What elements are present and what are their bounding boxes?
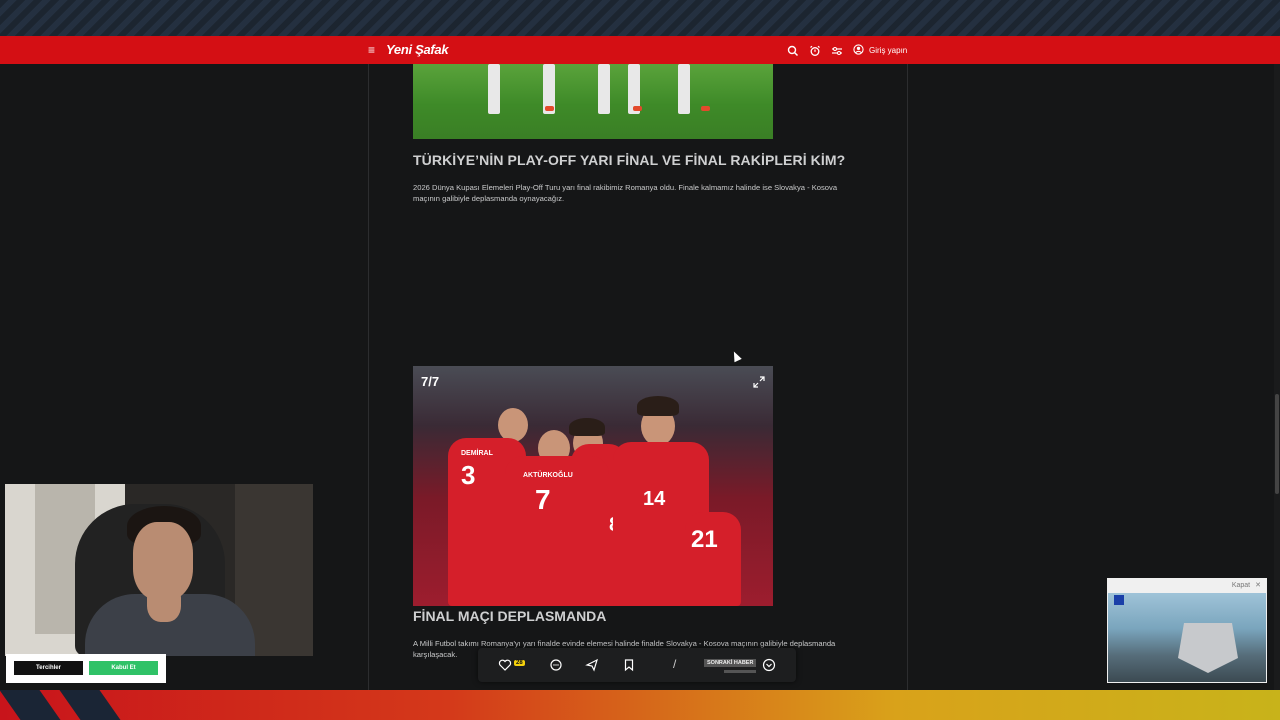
jersey-number-7: 7 [535, 484, 551, 515]
scrollbar-thumb[interactable] [1275, 394, 1279, 494]
gallery-image-national-team[interactable]: 7/7 DEMİRAL 3 8 AKTÜRKOĞLU 7 14 21 [413, 366, 773, 606]
menu-icon[interactable]: ≡ [368, 44, 378, 56]
page-scrollbar[interactable] [1274, 64, 1280, 690]
article-action-bar: 28 / SONRAKİ HABER [478, 648, 796, 682]
ad-brand-logo [1114, 595, 1124, 605]
stream-frame-bottom [0, 690, 1280, 720]
player-shoe [545, 106, 554, 111]
article-image-football-pitch[interactable] [413, 64, 773, 139]
heart-icon[interactable] [498, 658, 512, 672]
expand-icon[interactable] [753, 375, 765, 388]
close-icon: ✕ [1255, 582, 1261, 589]
player-shoe [701, 106, 710, 111]
login-button[interactable]: Giriş yapın [853, 44, 907, 56]
video-ad-close[interactable]: Kapat ✕ [1231, 581, 1261, 590]
jersey-number-3: 3 [461, 460, 476, 490]
player-hair [569, 418, 605, 436]
webcam-hand [147, 582, 181, 622]
site-logo[interactable]: Yeni Şafak [386, 42, 449, 57]
close-label: Kapat [1231, 581, 1251, 589]
login-label: Giriş yapın [869, 45, 908, 55]
frame-stripe [59, 690, 121, 720]
preferences-button[interactable]: Tercihler [14, 661, 83, 675]
action-divider: / [673, 657, 677, 671]
chevron-down-icon[interactable] [762, 658, 776, 672]
next-news-label[interactable]: SONRAKİ HABER [704, 659, 757, 667]
accept-button[interactable]: Kabul Et [89, 661, 158, 675]
player-legs [678, 64, 690, 114]
player-hair [637, 396, 679, 416]
cookie-consent-bar: Tercihler Kabul Et [6, 654, 166, 683]
jersey-number-21: 21 [691, 526, 718, 553]
player-legs [488, 64, 500, 114]
gallery-counter: 7/7 [421, 374, 440, 389]
jersey-name-akturkoglu: AKTÜRKOĞLU [523, 472, 573, 479]
floating-video-ad[interactable]: Kapat ✕ [1107, 578, 1267, 683]
section-title-final: FİNAL MAÇI DEPLASMANDA [413, 608, 607, 624]
jersey-number-14: 14 [643, 488, 666, 510]
bookmark-icon[interactable] [622, 658, 636, 672]
like-count-badge: 28 [514, 660, 525, 666]
player-legs [598, 64, 610, 114]
streamer-webcam-overlay [5, 484, 313, 656]
video-ad-thumbnail[interactable] [1108, 593, 1266, 682]
section-title-playoff: TÜRKİYE’NİN PLAY-OFF YARI FİNAL VE FİNAL… [413, 152, 846, 168]
ship-illustration [1178, 623, 1238, 673]
next-news-progress [724, 670, 756, 673]
player-shoe [633, 106, 642, 111]
share-icon[interactable] [585, 658, 599, 672]
alarm-icon[interactable] [809, 44, 821, 56]
search-icon[interactable] [787, 44, 799, 57]
frame-stripe [0, 690, 61, 720]
site-header: ≡ Yeni Şafak Giriş yapın [0, 36, 1280, 64]
filter-icon[interactable] [831, 44, 843, 56]
jersey-name-demiral: DEMİRAL [461, 450, 493, 457]
comment-icon[interactable] [549, 658, 563, 672]
stream-frame-top [0, 0, 1280, 36]
player-head [498, 408, 528, 442]
section-body-playoff: 2026 Dünya Kupası Elemeleri Play-Off Tur… [413, 183, 838, 203]
user-icon [853, 44, 865, 56]
